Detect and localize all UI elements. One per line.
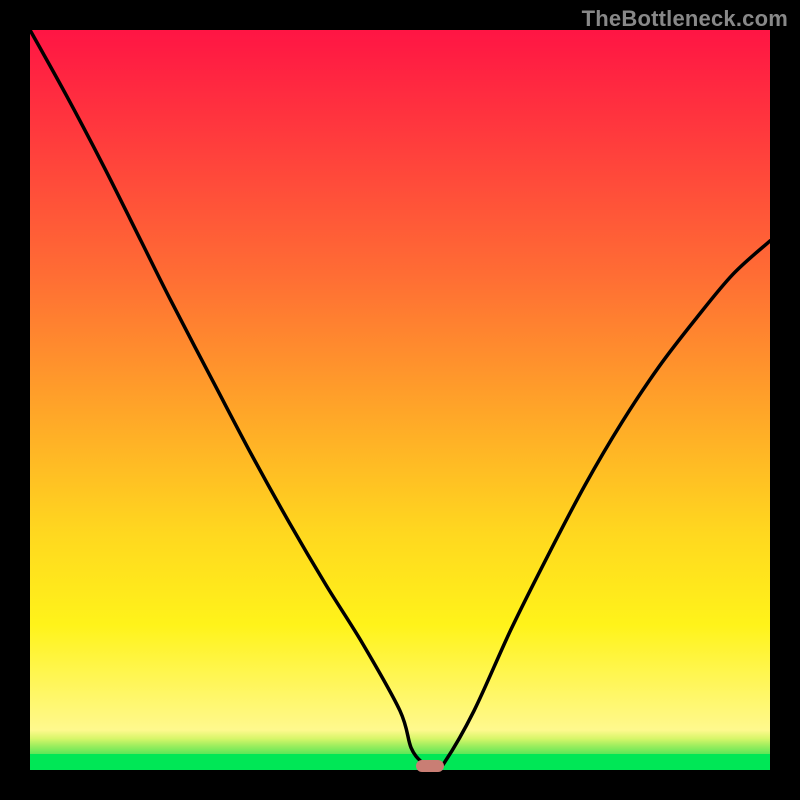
plot-area <box>30 30 770 770</box>
curve-path <box>30 30 770 768</box>
watermark-text: TheBottleneck.com <box>582 6 788 32</box>
chart-frame: TheBottleneck.com <box>0 0 800 800</box>
optimal-marker <box>416 760 444 772</box>
bottleneck-curve <box>30 30 770 770</box>
